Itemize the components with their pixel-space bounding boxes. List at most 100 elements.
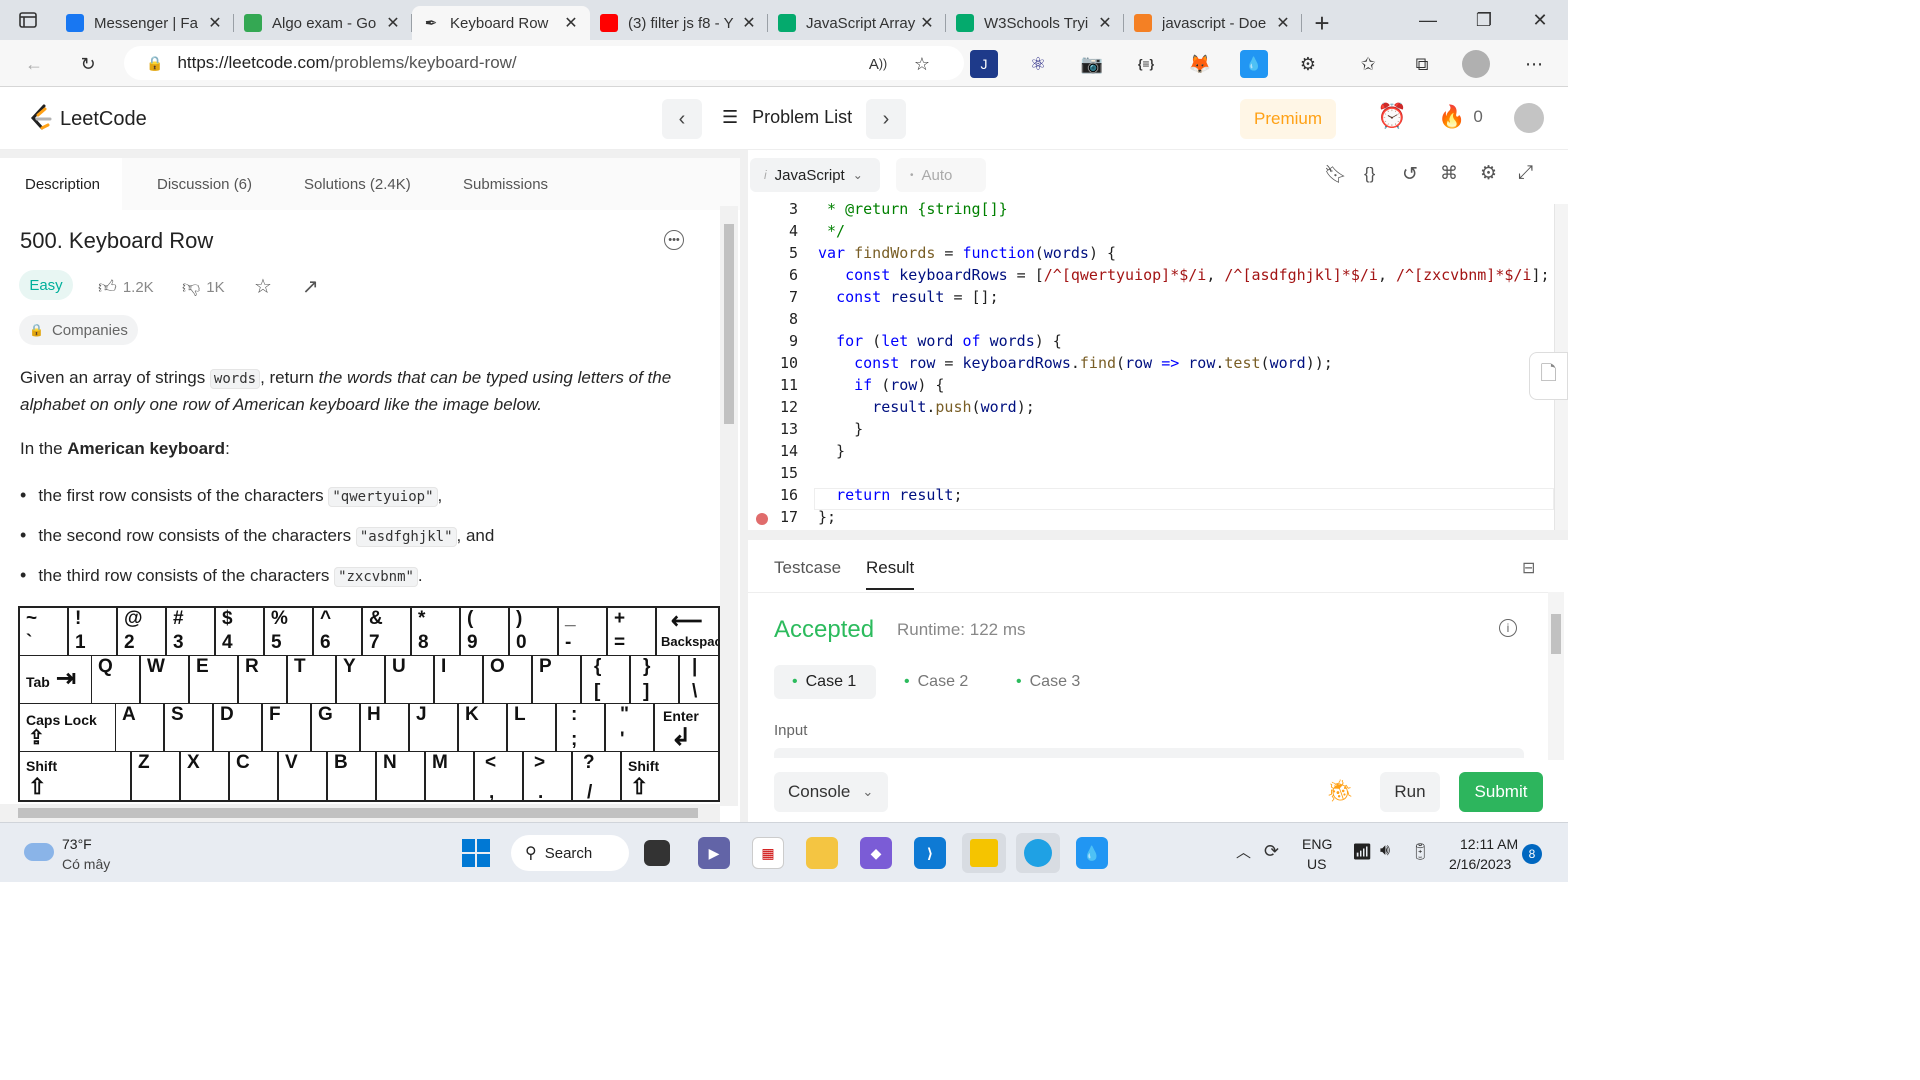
close-tab-icon[interactable]: ✕: [918, 13, 936, 33]
more-menu-icon[interactable]: ⋯: [1520, 50, 1548, 78]
camera-icon[interactable]: 📷: [1078, 50, 1106, 78]
favorites-icon[interactable]: ✩: [1354, 50, 1382, 78]
language-select[interactable]: i JavaScript ⌄: [750, 158, 880, 192]
fullscreen-icon[interactable]: ⤢: [1518, 162, 1533, 184]
editor-console-splitter[interactable]: [748, 530, 1568, 540]
alarm-clock-icon[interactable]: ⏰: [1377, 102, 1407, 131]
browser-tab[interactable]: javascript - Doe ✕: [1124, 6, 1302, 40]
file-explorer-icon[interactable]: [806, 837, 838, 869]
prev-problem-button[interactable]: ‹: [662, 99, 702, 139]
dislike-button[interactable]: 👎︎ 1K: [182, 276, 225, 298]
weather-desc[interactable]: Có mây: [62, 856, 110, 872]
next-problem-button[interactable]: ›: [866, 99, 906, 139]
console-scrollbar-thumb[interactable]: [1551, 614, 1561, 654]
tab-submissions[interactable]: Submissions: [463, 158, 548, 210]
sticky-notes-icon[interactable]: [962, 833, 1006, 873]
profile-avatar[interactable]: [1462, 50, 1490, 78]
weather-cloud-icon[interactable]: [24, 843, 54, 861]
vertical-scrollbar[interactable]: [720, 206, 738, 806]
lang-secondary[interactable]: US: [1307, 856, 1326, 872]
case-tab[interactable]: • Case 3: [998, 665, 1100, 699]
close-tab-icon[interactable]: ✕: [1096, 13, 1114, 33]
more-options-icon[interactable]: •••: [664, 230, 684, 250]
office-icon[interactable]: ◆: [860, 837, 892, 869]
notes-icon[interactable]: 🗋: [1529, 352, 1568, 400]
sync-icon[interactable]: ⟳: [1264, 841, 1279, 862]
add-favorite-icon[interactable]: ☆: [908, 50, 936, 78]
tab-description[interactable]: Description: [25, 158, 100, 210]
vscode-icon[interactable]: ⟩: [914, 837, 946, 869]
notification-badge[interactable]: 8: [1522, 844, 1542, 864]
teams-chat-icon[interactable]: ▶: [698, 837, 730, 869]
braces-icon[interactable]: {}: [1364, 164, 1375, 184]
extensions-icon[interactable]: ⚙: [1294, 50, 1322, 78]
browser-tab[interactable]: Algo exam - Go ✕: [234, 6, 412, 40]
browser-tab[interactable]: W3Schools Tryi ✕: [946, 6, 1124, 40]
edge-icon[interactable]: [1016, 833, 1060, 873]
panel-splitter[interactable]: [740, 150, 748, 822]
case-tab[interactable]: • Case 2: [886, 665, 988, 699]
settings-icon[interactable]: ⚙: [1480, 162, 1497, 185]
close-tab-icon[interactable]: ✕: [562, 13, 580, 33]
tab-result[interactable]: Result: [866, 558, 915, 590]
clock-time[interactable]: 12:11 AM: [1460, 836, 1518, 852]
close-tab-icon[interactable]: ✕: [206, 13, 224, 33]
reload-icon[interactable]: ↻: [74, 50, 102, 78]
h-scrollbar-thumb[interactable]: [18, 808, 698, 818]
auto-mode-button[interactable]: • Auto: [896, 158, 986, 192]
tab-testcase[interactable]: Testcase: [774, 558, 841, 578]
streak-counter[interactable]: 🔥 0: [1438, 104, 1483, 130]
battery-icon[interactable]: 🔋︎: [1410, 842, 1430, 862]
volume-icon[interactable]: 🔊︎: [1380, 842, 1390, 860]
taskbar-search[interactable]: ⚲ Search: [511, 835, 629, 871]
read-aloud-icon[interactable]: A)): [864, 50, 892, 78]
json-viewer-icon[interactable]: {≡}: [1132, 50, 1160, 78]
problem-list-button[interactable]: ☰ Problem List: [722, 107, 852, 128]
calendar-app-icon[interactable]: ▦: [752, 837, 784, 869]
minimize-icon[interactable]: —: [1400, 0, 1456, 40]
browser-tab[interactable]: ✒ Keyboard Row ✕: [412, 6, 590, 40]
like-button[interactable]: 👍︎ 1.2K: [98, 276, 154, 298]
submit-button[interactable]: Submit: [1459, 772, 1543, 812]
url-field[interactable]: 🔒 https://leetcode.com/problems/keyboard…: [124, 46, 964, 80]
command-icon[interactable]: ⌘: [1440, 163, 1458, 184]
collections-icon[interactable]: ⧉: [1408, 50, 1436, 78]
weather-temp[interactable]: 73°F: [62, 836, 92, 852]
browser-tab[interactable]: JavaScript Array ✕: [768, 6, 946, 40]
tab-solutions[interactable]: Solutions (2.4K): [304, 158, 411, 210]
horizontal-scrollbar[interactable]: [0, 804, 720, 822]
debug-bug-icon[interactable]: 🐞︎: [1326, 778, 1354, 804]
leetcode-logo[interactable]: LeetCode: [28, 104, 147, 134]
drop-app-icon[interactable]: 💧: [1076, 837, 1108, 869]
star-icon[interactable]: ☆: [254, 274, 272, 299]
close-tab-icon[interactable]: ✕: [384, 13, 402, 33]
tab-actions-icon[interactable]: [0, 0, 56, 40]
restore-icon[interactable]: ❐: [1456, 0, 1512, 40]
code-editor[interactable]: 3 * @return {string[]} 4 */ 5 var findWords…: [748, 200, 1554, 530]
lang-primary[interactable]: ENG: [1302, 836, 1332, 852]
companies-tag[interactable]: 🔒 Companies: [19, 315, 138, 345]
react-devtools-icon[interactable]: ⚛: [1024, 50, 1052, 78]
console-scrollbar[interactable]: [1548, 592, 1564, 760]
browser-tab[interactable]: Messenger | Fa ✕: [56, 6, 234, 40]
info-circle-icon[interactable]: i: [1499, 619, 1517, 637]
close-window-icon[interactable]: ✕: [1512, 0, 1568, 40]
console-button[interactable]: Console ⌄: [774, 772, 888, 812]
extension-j-icon[interactable]: J: [970, 50, 998, 78]
browser-tab[interactable]: (3) filter js f8 - Y ✕: [590, 6, 768, 40]
user-avatar[interactable]: [1514, 103, 1544, 133]
reset-icon[interactable]: ↺: [1402, 163, 1418, 186]
premium-button[interactable]: Premium: [1240, 99, 1336, 139]
new-tab-button[interactable]: +: [1302, 6, 1342, 40]
task-view-icon[interactable]: [644, 840, 670, 866]
metamask-icon[interactable]: 🦊: [1186, 50, 1214, 78]
bookmark-icon[interactable]: 🔖︎: [1324, 164, 1347, 185]
layout-toggle-icon[interactable]: ⊟: [1522, 558, 1535, 578]
clock-date[interactable]: 2/16/2023: [1449, 856, 1511, 872]
windows-start-icon[interactable]: [462, 839, 490, 867]
wifi-icon[interactable]: 📶︎: [1352, 842, 1372, 862]
share-icon[interactable]: ↗: [302, 274, 319, 299]
chevron-up-icon[interactable]: ︿: [1236, 841, 1251, 862]
case-tab[interactable]: • Case 1: [774, 665, 877, 699]
run-button[interactable]: Run: [1380, 772, 1440, 812]
